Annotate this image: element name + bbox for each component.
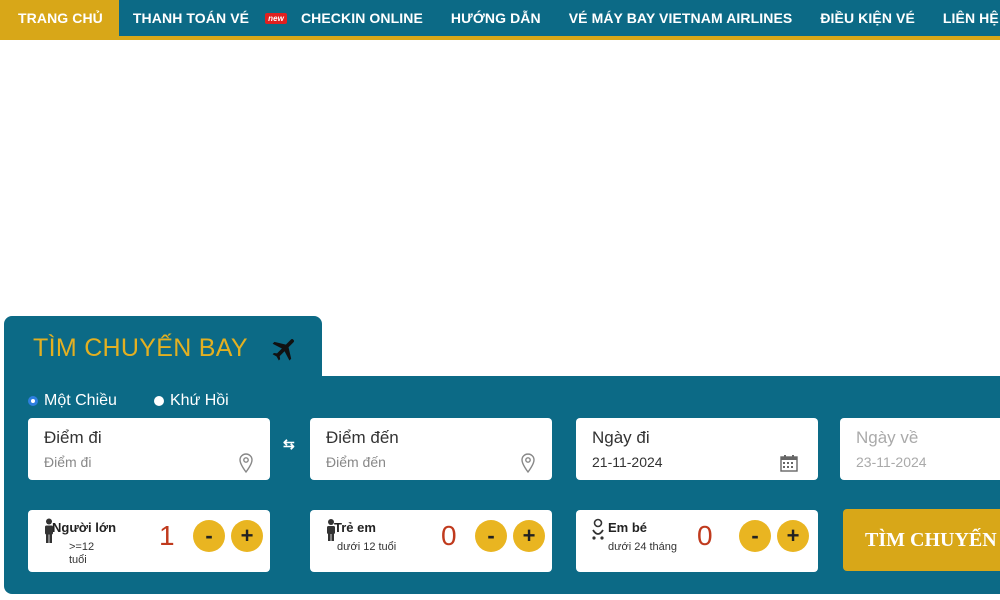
- new-badge: new: [265, 12, 287, 24]
- airplane-icon: [272, 339, 294, 361]
- adult-sub-age: >=12: [69, 541, 95, 553]
- nav-checkin[interactable]: new CHECKIN ONLINE: [263, 0, 437, 36]
- depart-date-field[interactable]: Ngày đi 21-11-2024: [576, 418, 818, 480]
- return-date-field[interactable]: Ngày về 23-11-2024: [840, 418, 1000, 480]
- search-flights-button[interactable]: TÌM CHUYẾN BAY: [843, 509, 1000, 571]
- search-title: TÌM CHUYẾN BAY: [33, 334, 248, 362]
- adult-minus-button[interactable]: -: [193, 520, 225, 552]
- nav-guide[interactable]: HƯỚNG DẪN: [437, 0, 555, 36]
- infant-count: 0: [697, 520, 713, 551]
- nav-vietnam-airlines-label: VÉ MÁY BAY VIETNAM AIRLINES: [568, 10, 793, 26]
- from-input[interactable]: Điểm đi: [44, 454, 91, 470]
- adult-counter: Người lớn >=12 tuổi 1 - +: [28, 510, 270, 572]
- baby-icon: [592, 518, 604, 540]
- nav-payment[interactable]: THANH TOÁN VÉ: [119, 0, 263, 36]
- trip-one-way[interactable]: Một Chiều: [28, 392, 117, 410]
- infant-sub: dưới 24 tháng: [608, 541, 678, 553]
- adult-plus-button[interactable]: +: [231, 520, 263, 552]
- adult-sub-unit: tuổi: [69, 554, 87, 566]
- nav-conditions[interactable]: ĐIỀU KIỆN VÉ: [806, 0, 929, 36]
- child-count: 0: [441, 520, 457, 551]
- nav-checkin-label: CHECKIN ONLINE: [300, 10, 423, 26]
- calendar-icon[interactable]: [780, 454, 798, 472]
- return-label: Ngày về: [856, 428, 919, 447]
- nav-conditions-label: ĐIỀU KIỆN VÉ: [820, 10, 915, 26]
- location-pin-icon: [521, 453, 535, 473]
- search-tab: TÌM CHUYẾN BAY: [4, 316, 322, 380]
- location-pin-icon: [239, 453, 253, 473]
- adult-count: 1: [159, 520, 175, 551]
- trip-round-label: Khứ Hồi: [170, 392, 229, 409]
- nav-home-label: TRANG CHỦ: [18, 10, 103, 26]
- radio-round[interactable]: [154, 396, 164, 406]
- nav-contact-label: LIÊN HỆ: [942, 10, 999, 26]
- infant-plus-button[interactable]: +: [777, 520, 809, 552]
- adult-label: Người lớn: [52, 520, 117, 535]
- radio-one-way[interactable]: [28, 396, 38, 406]
- nav-vietnam-airlines[interactable]: VÉ MÁY BAY VIETNAM AIRLINES: [555, 0, 807, 36]
- child-label: Trẻ em: [334, 520, 376, 535]
- infant-minus-button[interactable]: -: [739, 520, 771, 552]
- swap-icon[interactable]: ⇆: [283, 436, 295, 453]
- to-label: Điểm đến: [326, 428, 399, 447]
- depart-label: Ngày đi: [592, 428, 650, 447]
- depart-date-input[interactable]: 21-11-2024: [592, 454, 663, 470]
- child-minus-button[interactable]: -: [475, 520, 507, 552]
- return-date-input[interactable]: 23-11-2024: [856, 454, 927, 470]
- to-input[interactable]: Điểm đến: [326, 454, 386, 470]
- child-counter: Trẻ em dưới 12 tuổi 0 - +: [310, 510, 552, 572]
- top-nav: TRANG CHỦ THANH TOÁN VÉ new CHECKIN ONLIN…: [0, 0, 1000, 40]
- trip-one-way-label: Một Chiều: [44, 392, 117, 409]
- nav-payment-label: THANH TOÁN VÉ: [132, 10, 250, 26]
- nav-contact[interactable]: LIÊN HỆ: [929, 0, 1000, 36]
- nav-guide-label: HƯỚNG DẪN: [450, 10, 541, 26]
- infant-label: Em bé: [608, 520, 648, 535]
- infant-counter: Em bé dưới 24 tháng 0 - +: [576, 510, 818, 572]
- trip-round[interactable]: Khứ Hồi: [154, 392, 229, 410]
- from-label: Điểm đi: [44, 428, 102, 447]
- child-plus-button[interactable]: +: [513, 520, 545, 552]
- to-field[interactable]: Điểm đến Điểm đến: [310, 418, 552, 480]
- from-field[interactable]: Điểm đi Điểm đi: [28, 418, 270, 480]
- child-sub: dưới 12 tuổi: [337, 541, 397, 553]
- nav-home[interactable]: TRANG CHỦ: [0, 0, 119, 36]
